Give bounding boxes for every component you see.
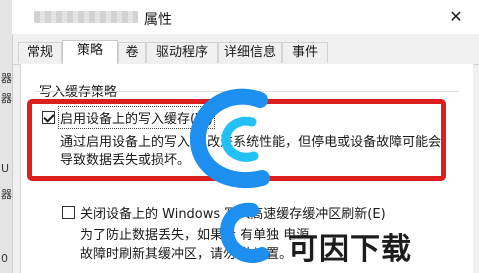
tab-driver[interactable]: 驱动程序 xyxy=(146,42,218,63)
edge-glyph: 0 xyxy=(1,252,8,265)
tab-details[interactable]: 详细信息 xyxy=(218,42,282,63)
tab-events[interactable]: 事件 xyxy=(282,42,328,63)
tab-policies[interactable]: 策略 xyxy=(62,40,118,65)
tab-general[interactable]: 常规 xyxy=(18,42,62,63)
edge-glyph: U xyxy=(1,162,10,175)
window-title: 属性 xyxy=(144,12,172,28)
tab-volumes[interactable]: 卷 xyxy=(118,42,146,63)
disable-buffer-flush-checkbox[interactable] xyxy=(62,206,75,219)
tab-strip: 常规 策略 卷 驱动程序 详细信息 事件 xyxy=(12,40,479,65)
close-button[interactable]: ✕ xyxy=(445,6,467,28)
edge-glyph: 器 xyxy=(1,72,12,85)
edge-glyph: 器 xyxy=(1,188,12,201)
watermark-text: 可因下载 xyxy=(288,232,412,267)
edge-glyph: 器 xyxy=(1,92,12,105)
watermark-logo-icon xyxy=(190,88,270,263)
redacted-device-name xyxy=(34,11,138,23)
title-bar: 属性 ✕ xyxy=(12,0,479,34)
